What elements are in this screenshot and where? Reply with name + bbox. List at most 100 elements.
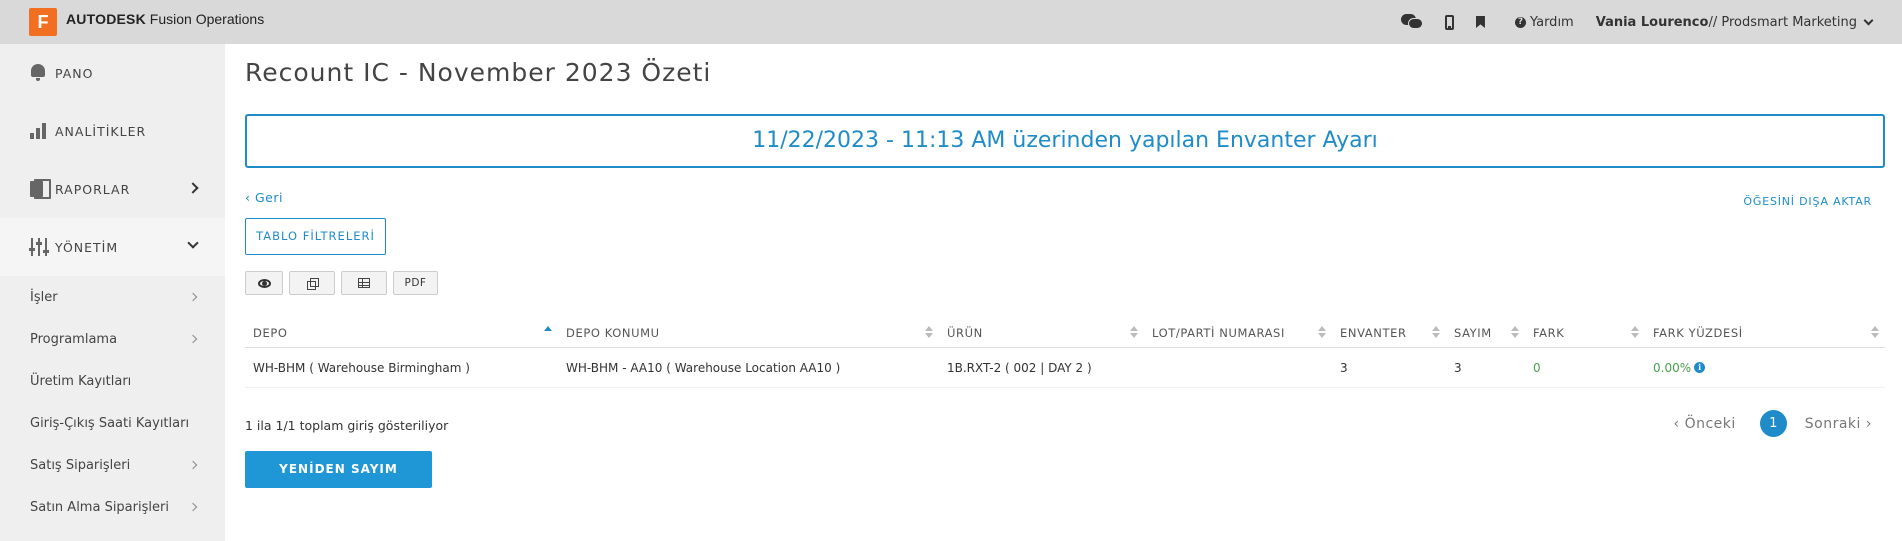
chevron-right-icon <box>188 334 198 344</box>
table-toolbar: PDF <box>245 271 438 295</box>
cell-fark-yuzdesi: 0.00% i <box>1645 348 1885 387</box>
page-number-current[interactable]: 1 <box>1759 410 1787 437</box>
top-right-tools: ? Yardım Vania Lourenco // Prodsmart Mark… <box>1400 0 1874 44</box>
toggle-columns-button[interactable] <box>245 271 283 295</box>
sort-icon <box>925 326 933 340</box>
sidebar-sub-programlama[interactable]: Programlama <box>0 318 225 360</box>
user-menu[interactable]: Vania Lourenco // Prodsmart Marketing <box>1595 14 1874 30</box>
column-header-envanter[interactable]: ENVANTER <box>1332 318 1446 347</box>
chevron-down-icon <box>1863 15 1874 25</box>
sidebar-sub-uretim-kayitlari[interactable]: Üretim Kayıtları <box>0 360 225 402</box>
sidebar-sub-satis-siparisleri[interactable]: Satış Siparişleri <box>0 444 225 486</box>
sidebar-item-label: ANALİTİKLER <box>55 123 147 139</box>
header-label: DEPO KONUMU <box>566 325 660 340</box>
column-header-fark[interactable]: FARK <box>1525 318 1645 347</box>
brand-rest: Fusion Operations <box>145 11 265 27</box>
bookmark-icon[interactable] <box>1475 16 1485 28</box>
pdf-button[interactable]: PDF <box>393 271 438 295</box>
sidebar-sub-label: Satın Alma Siparişleri <box>30 499 169 515</box>
previous-page-link[interactable]: ‹ Önceki <box>1674 416 1736 432</box>
sidebar-item-label: RAPORLAR <box>55 181 131 197</box>
column-header-lot[interactable]: LOT/PARTİ NUMARASI <box>1144 318 1332 347</box>
header-label: DEPO <box>253 325 288 340</box>
sort-icon <box>1432 326 1440 340</box>
prev-label: Önceki <box>1684 415 1736 432</box>
sidebar-item-label: YÖNETİM <box>55 239 119 255</box>
header-label: FARK <box>1533 325 1565 340</box>
cell-sayim: 3 <box>1454 360 1462 375</box>
info-icon[interactable]: i <box>1694 362 1706 373</box>
page-title: Recount IC - November 2023 Özeti <box>245 58 712 87</box>
sidebar-item-analitikler[interactable]: ANALİTİKLER <box>0 102 225 160</box>
help-link[interactable]: ? Yardım <box>1514 14 1574 30</box>
user-name: Vania Lourenco <box>1595 14 1709 30</box>
top-bar: F AUTODESK Fusion Operations ? Yardım Van… <box>0 0 1902 44</box>
sort-icon <box>1871 326 1879 340</box>
copy-button[interactable] <box>289 271 335 295</box>
column-header-fark-yuzdesi[interactable]: FARK YÜZDESİ <box>1645 318 1885 347</box>
chevron-right-icon <box>188 502 198 512</box>
brand-name[interactable]: AUTODESK Fusion Operations <box>66 11 264 27</box>
back-link[interactable]: ‹ Geri <box>245 190 283 205</box>
mobile-icon[interactable] <box>1444 14 1454 30</box>
sidebar-item-yonetim[interactable]: YÖNETİM <box>0 218 225 276</box>
sort-icon <box>1318 326 1326 340</box>
chevron-right-icon <box>188 292 198 302</box>
sort-icon <box>1511 326 1519 340</box>
export-link[interactable]: ÖĞESİNİ DIŞA AKTAR <box>1743 195 1872 208</box>
sidebar: PANO ANALİTİKLER RAPORLAR YÖNETİM İşler … <box>0 44 225 541</box>
adjustment-banner: 11/22/2023 - 11:13 AM üzerinden yapılan … <box>245 114 1885 168</box>
cell-urun: 1B.RXT-2 ( 002 | DAY 2 ) <box>947 360 1092 375</box>
user-org: // Prodsmart Marketing <box>1708 14 1857 30</box>
sliders-icon <box>29 237 51 257</box>
chat-icon[interactable] <box>1400 14 1423 30</box>
fark-yuzdesi-value: 0.00% <box>1653 360 1692 375</box>
chevron-right-icon <box>187 182 199 194</box>
cell-lot <box>1144 348 1332 387</box>
column-header-depo[interactable]: DEPO <box>245 318 558 347</box>
sidebar-sub-label: Üretim Kayıtları <box>30 373 132 389</box>
csv-button[interactable] <box>341 271 387 295</box>
column-header-sayim[interactable]: SAYIM <box>1446 318 1525 347</box>
table-row: WH-BHM ( Warehouse Birmingham ) WH-BHM -… <box>245 348 1885 388</box>
cell-fark: 0 <box>1533 360 1541 375</box>
cell-envanter: 3 <box>1340 360 1348 375</box>
help-label: Yardım <box>1529 14 1574 30</box>
sidebar-item-pano[interactable]: PANO <box>0 44 225 102</box>
chevron-right-icon <box>188 460 198 470</box>
brand-bold: AUTODESK <box>66 11 146 27</box>
header-label: LOT/PARTİ NUMARASI <box>1152 325 1285 340</box>
sidebar-item-label: PANO <box>55 65 94 81</box>
sort-icon <box>1631 326 1639 340</box>
sidebar-sub-giris-cikis[interactable]: Giriş-Çıkış Saati Kayıtları <box>0 402 225 444</box>
recount-table: DEPO DEPO KONUMU ÜRÜN LOT/PARTİ NUMARASI… <box>245 318 1885 388</box>
next-label: Sonraki <box>1804 415 1861 432</box>
sidebar-sub-satin-alma[interactable]: Satın Alma Siparişleri <box>0 486 225 528</box>
sidebar-sub-label: Programlama <box>30 331 118 347</box>
table-icon <box>358 278 370 288</box>
back-label: Geri <box>254 190 283 205</box>
bell-icon <box>29 63 51 83</box>
sidebar-sub-isler[interactable]: İşler <box>0 276 225 318</box>
fusion-logo-icon[interactable]: F <box>29 8 59 38</box>
header-label: FARK YÜZDESİ <box>1653 325 1743 340</box>
sort-icon <box>1130 326 1138 340</box>
sort-asc-icon <box>544 326 552 340</box>
eye-icon <box>257 278 271 288</box>
column-header-urun[interactable]: ÜRÜN <box>939 318 1144 347</box>
chevron-down-icon <box>187 237 199 249</box>
sidebar-item-raporlar[interactable]: RAPORLAR <box>0 160 225 218</box>
create-recount-button[interactable]: YENİDEN SAYIM OLUŞTUR <box>245 451 432 513</box>
sidebar-sub-label: İşler <box>30 289 58 305</box>
table-summary: 1 ila 1/1 toplam giriş gösteriliyor <box>245 418 449 433</box>
cell-depo-konumu: WH-BHM - AA10 ( Warehouse Location AA10 … <box>566 360 841 375</box>
next-page-link[interactable]: Sonraki › <box>1805 416 1872 432</box>
bar-chart-icon <box>29 121 51 141</box>
header-label: SAYIM <box>1454 325 1492 340</box>
sidebar-sub-label: Satış Siparişleri <box>30 457 131 473</box>
pagination: ‹ Önceki 1 Sonraki › <box>1674 410 1873 437</box>
table-filters-button[interactable]: TABLO FİLTRELERİ <box>245 218 386 255</box>
header-label: ENVANTER <box>1340 325 1407 340</box>
column-header-depo-konumu[interactable]: DEPO KONUMU <box>558 318 939 347</box>
main-content: Recount IC - November 2023 Özeti 11/22/2… <box>225 44 1902 541</box>
